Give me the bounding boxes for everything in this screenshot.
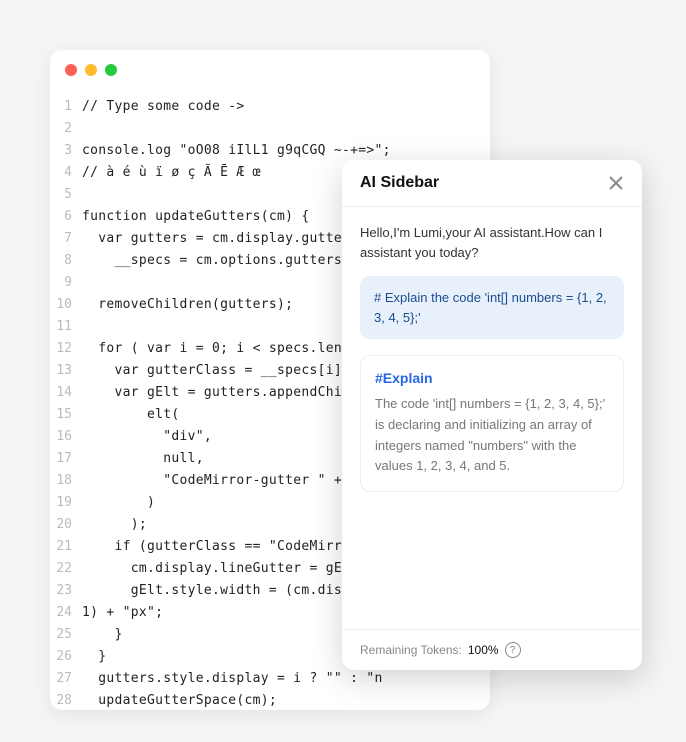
sidebar-title: AI Sidebar: [360, 174, 439, 192]
greeting-text: Hello,I'm Lumi,your AI assistant.How can…: [360, 223, 624, 262]
maximize-window-button[interactable]: [105, 64, 117, 76]
explain-body: The code 'int[] numbers = {1, 2, 3, 4, 5…: [375, 394, 609, 477]
explain-tag: #Explain: [375, 370, 609, 386]
close-icon[interactable]: [608, 175, 624, 191]
user-prompt-bubble: # Explain the code 'int[] numbers = {1, …: [360, 276, 624, 339]
tokens-label: Remaining Tokens:: [360, 643, 462, 657]
line-number-gutter: 1 2 3 4 5 6 7 8 9 10 11 12 13 14 15 16 1…: [50, 96, 82, 710]
tokens-percent: 100%: [468, 643, 499, 657]
ai-sidebar-panel: AI Sidebar Hello,I'm Lumi,your AI assist…: [342, 160, 642, 670]
explain-card: #Explain The code 'int[] numbers = {1, 2…: [360, 355, 624, 492]
minimize-window-button[interactable]: [85, 64, 97, 76]
sidebar-body: Hello,I'm Lumi,your AI assistant.How can…: [342, 207, 642, 629]
sidebar-footer: Remaining Tokens: 100% ?: [342, 629, 642, 670]
help-icon[interactable]: ?: [505, 642, 521, 658]
window-titlebar: [50, 50, 490, 90]
sidebar-header: AI Sidebar: [342, 160, 642, 207]
close-window-button[interactable]: [65, 64, 77, 76]
